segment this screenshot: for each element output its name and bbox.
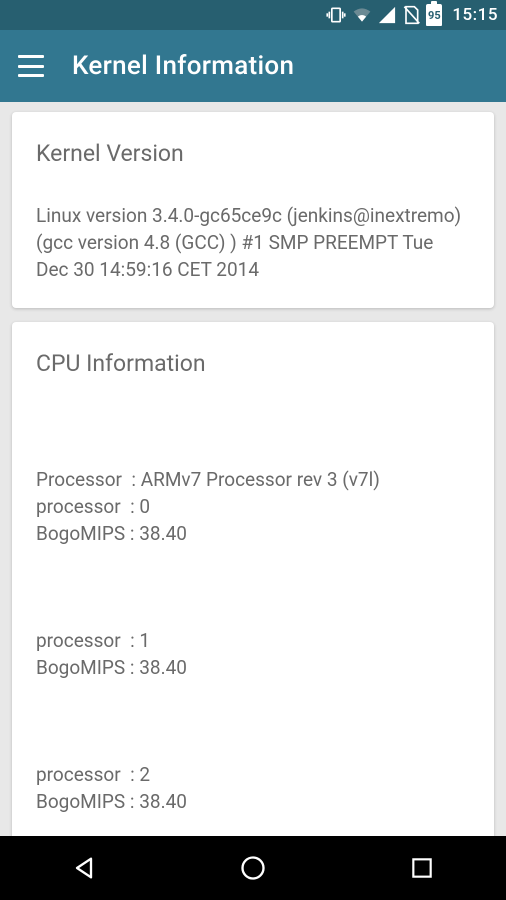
no-sim-icon xyxy=(402,5,420,25)
cpu-info-card: CPU Information Processor : ARMv7 Proces… xyxy=(12,322,494,836)
vibrate-icon xyxy=(326,5,346,25)
app-bar: Kernel Information xyxy=(0,30,506,102)
menu-button[interactable] xyxy=(18,55,44,77)
cpu-block: processor : 2 BogoMIPS : 38.40 xyxy=(36,762,470,816)
clock-time: 15:15 xyxy=(452,5,498,25)
battery-icon: 95 xyxy=(426,4,442,26)
back-button[interactable] xyxy=(29,836,139,900)
cpu-card-body: Processor : ARMv7 Processor rev 3 (v7l) … xyxy=(36,413,470,836)
content-scroll[interactable]: Kernel Version Linux version 3.4.0-gc65c… xyxy=(0,102,506,836)
recent-apps-button[interactable] xyxy=(367,836,477,900)
wifi-icon xyxy=(352,6,372,24)
kernel-version-card: Kernel Version Linux version 3.4.0-gc65c… xyxy=(12,112,494,308)
kernel-card-body: Linux version 3.4.0-gc65ce9c (jenkins@in… xyxy=(36,203,470,284)
home-button[interactable] xyxy=(198,836,308,900)
cpu-block: processor : 1 BogoMIPS : 38.40 xyxy=(36,628,470,682)
cpu-block: Processor : ARMv7 Processor rev 3 (v7l) … xyxy=(36,467,470,548)
battery-level: 95 xyxy=(428,9,441,22)
navigation-bar xyxy=(0,836,506,900)
page-title: Kernel Information xyxy=(72,51,294,81)
kernel-card-title: Kernel Version xyxy=(36,140,470,167)
status-bar: 95 15:15 xyxy=(0,0,506,30)
signal-icon xyxy=(378,6,396,24)
cpu-card-title: CPU Information xyxy=(36,350,470,377)
